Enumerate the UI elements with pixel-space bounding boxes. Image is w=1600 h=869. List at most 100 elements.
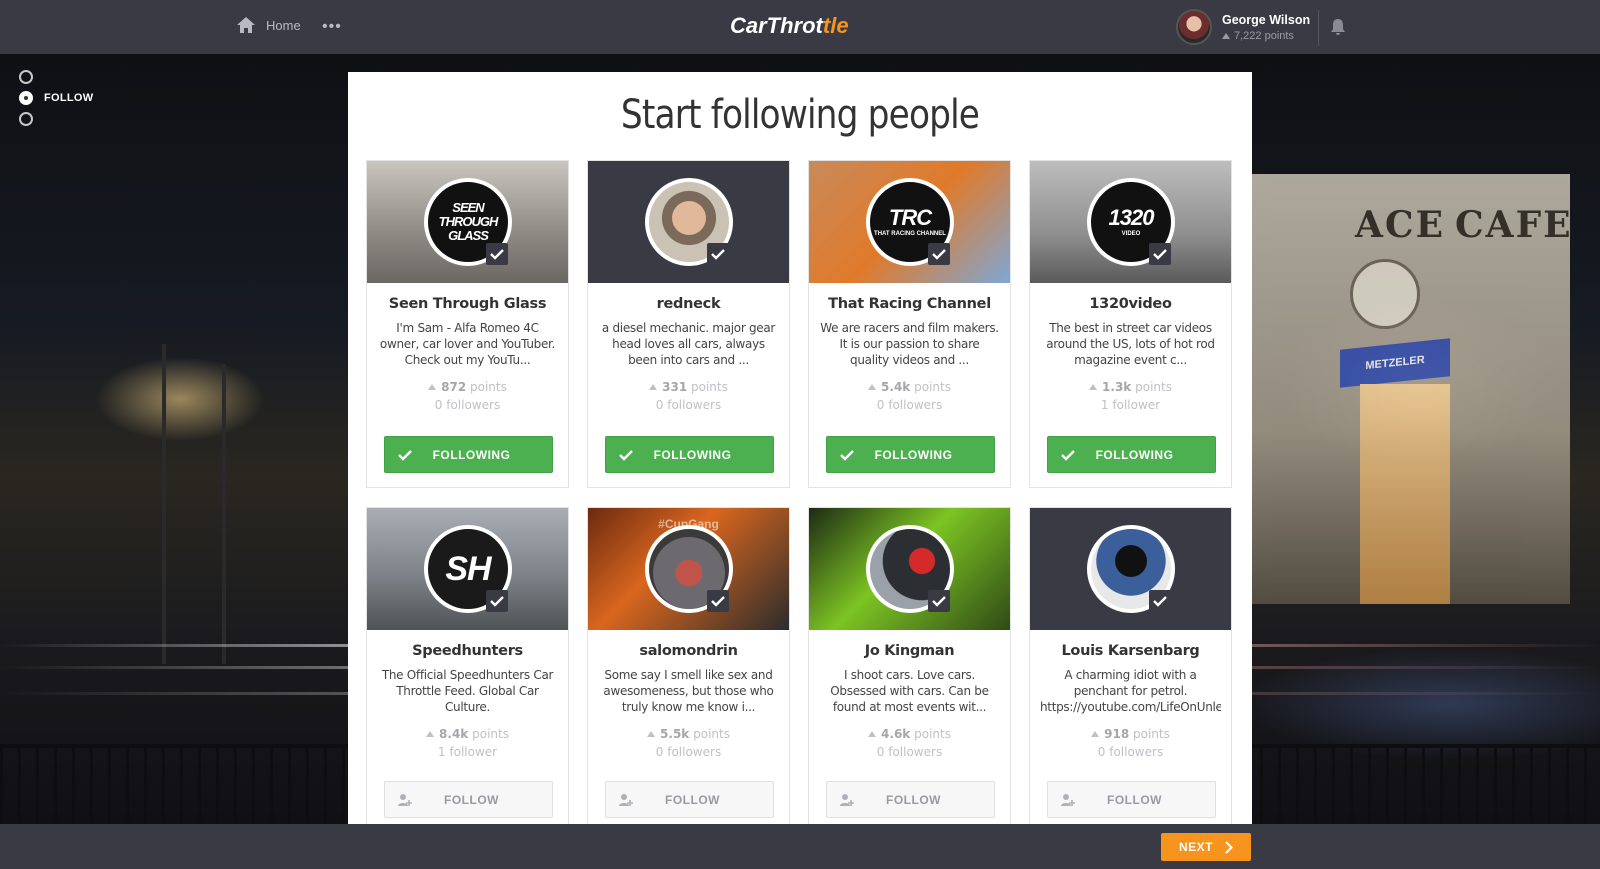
user-name: George Wilson (1222, 12, 1311, 27)
check-icon (398, 449, 412, 461)
person-card: redneck a diesel mechanic. major gear he… (587, 160, 790, 488)
page-title: Start following people (620, 92, 980, 138)
person-stats: 331 points 0 followers (588, 378, 789, 414)
followers-count: 0 followers (655, 745, 722, 759)
person-stats: 918 points 0 followers (1030, 725, 1231, 761)
home-icon (237, 17, 255, 33)
following-button[interactable]: FOLLOWING (605, 436, 774, 473)
cover-image: SEEN THROUGH GLASS (367, 161, 568, 283)
cafe-sign-right: CAFE (1455, 204, 1573, 246)
button-label: FOLLOW (665, 792, 720, 807)
bottom-bar: NEXT (0, 824, 1600, 869)
points-label: points (1135, 380, 1172, 394)
followers-count: 0 followers (876, 398, 943, 412)
cover-image: SH (367, 508, 568, 630)
street-lamp (162, 344, 166, 664)
add-user-icon (619, 793, 633, 806)
person-name[interactable]: 1320video (1030, 296, 1231, 312)
cover-image (1030, 508, 1231, 630)
person-description: A charming idiot with a penchant for pet… (1040, 668, 1221, 714)
follow-button[interactable]: FOLLOW (384, 781, 553, 818)
followed-check-icon (1149, 243, 1171, 265)
more-menu-icon[interactable]: ••• (322, 18, 342, 36)
person-description: a diesel mechanic. major gear head loves… (601, 321, 776, 367)
followed-check-icon (707, 243, 729, 265)
points-label: points (470, 380, 507, 394)
cover-image: TRC THAT RACING CHANNEL (809, 161, 1010, 283)
following-button[interactable]: FOLLOWING (1047, 436, 1216, 473)
add-user-icon (398, 793, 412, 806)
follow-button[interactable]: FOLLOW (826, 781, 995, 818)
cover-image: #CupGang (588, 508, 789, 630)
points-arrow-icon (428, 384, 437, 390)
logo-main: CarThrot (730, 13, 823, 38)
followed-check-icon (928, 590, 950, 612)
clock (1350, 259, 1420, 329)
person-description: I'm Sam - Alfa Romeo 4C owner, car lover… (379, 321, 556, 367)
user-menu[interactable]: George Wilson 7,222 points (1176, 9, 1310, 45)
follow-button[interactable]: FOLLOW (605, 781, 774, 818)
person-name[interactable]: salomondrin (588, 643, 789, 659)
people-grid: SEEN THROUGH GLASS Seen Through Glass I'… (366, 160, 1232, 835)
check-icon (619, 449, 633, 461)
person-name[interactable]: Seen Through Glass (367, 296, 568, 312)
points-value: 872 (441, 380, 467, 394)
step-3[interactable] (19, 108, 93, 129)
chevron-right-icon (1225, 840, 1233, 854)
follow-panel: Start following people SEEN THROUGH GLAS… (348, 72, 1252, 835)
points-label: points (472, 727, 509, 741)
person-name[interactable]: Louis Karsenbarg (1030, 643, 1231, 659)
step-follow[interactable]: FOLLOW (19, 87, 93, 108)
person-card: Jo Kingman I shoot cars. Love cars. Obse… (808, 507, 1011, 835)
points-value: 918 (1104, 727, 1130, 741)
check-icon (840, 449, 854, 461)
followed-check-icon (928, 243, 950, 265)
following-button[interactable]: FOLLOWING (384, 436, 553, 473)
person-card: Louis Karsenbarg A charming idiot with a… (1029, 507, 1232, 835)
person-name[interactable]: That Racing Channel (809, 296, 1010, 312)
profile-badge-subtext: THAT RACING CHANNEL (874, 231, 946, 237)
next-label: NEXT (1178, 840, 1213, 854)
followers-count: 0 followers (655, 398, 722, 412)
points-arrow-icon (1091, 731, 1100, 737)
top-header: Home ••• CarThrottle George Wilson 7,222… (0, 0, 1600, 54)
followers-count: 1 follower (437, 745, 498, 759)
cover-image: 1320 VIDEO (1030, 161, 1231, 283)
profile-badge-subtext: VIDEO (1121, 231, 1141, 237)
points-value: 5.5k (660, 727, 690, 741)
points-value: 8.4k (439, 727, 469, 741)
following-button[interactable]: FOLLOWING (826, 436, 995, 473)
person-stats: 4.6k points 0 followers (809, 725, 1010, 761)
next-button[interactable]: NEXT (1161, 833, 1251, 861)
person-description: The best in street car videos around the… (1046, 321, 1215, 367)
points-value: 5.4k (881, 380, 911, 394)
step-ring (19, 69, 33, 84)
step-1[interactable] (19, 66, 93, 87)
person-description: I shoot cars. Love cars. Obsessed with c… (830, 668, 989, 714)
points-arrow-icon (868, 731, 877, 737)
site-logo[interactable]: CarThrottle (730, 13, 849, 39)
home-link[interactable]: Home (236, 16, 301, 34)
button-label: FOLLOWING (653, 447, 732, 462)
person-name[interactable]: Speedhunters (367, 643, 568, 659)
person-stats: 8.4k points 1 follower (367, 725, 568, 761)
button-label: FOLLOW (444, 792, 499, 807)
header-divider (1318, 10, 1319, 46)
shop-sign: METZELER (1340, 338, 1450, 388)
add-user-icon (1061, 793, 1075, 806)
step-ring (19, 111, 33, 126)
add-user-icon (840, 793, 854, 806)
person-name[interactable]: redneck (588, 296, 789, 312)
followed-check-icon (707, 590, 729, 612)
points-arrow-icon (649, 384, 658, 390)
user-points: 7,222 points (1234, 29, 1294, 42)
followers-count: 0 followers (876, 745, 943, 759)
follow-button[interactable]: FOLLOW (1047, 781, 1216, 818)
followers-count: 1 follower (1100, 398, 1161, 412)
points-arrow-icon (868, 384, 877, 390)
followed-check-icon (486, 243, 508, 265)
points-arrow-icon (1222, 32, 1230, 39)
notification-bell-icon[interactable] (1328, 17, 1348, 37)
person-name[interactable]: Jo Kingman (809, 643, 1010, 659)
button-label: FOLLOWING (1095, 447, 1174, 462)
